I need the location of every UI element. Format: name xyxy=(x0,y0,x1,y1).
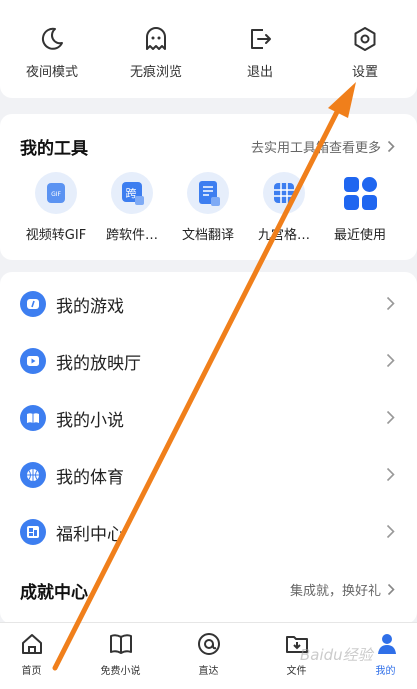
nav-label: 直达 xyxy=(198,666,219,677)
chevron-right-icon xyxy=(386,353,395,368)
chevron-right-icon xyxy=(387,583,395,596)
achievement-more-label: 集成就，换好礼 xyxy=(289,584,381,599)
menu-item-label: 我的游戏 xyxy=(56,297,124,317)
menu-item-label: 福利中心 xyxy=(56,525,124,545)
menu-item-games[interactable]: 我的游戏 xyxy=(0,284,417,324)
grid-icon xyxy=(263,172,305,214)
at-icon xyxy=(197,633,220,655)
menu-item-cinema[interactable]: 我的放映厅 xyxy=(0,341,417,381)
basketball-icon xyxy=(20,462,46,488)
profile-icon xyxy=(377,634,396,654)
book-icon xyxy=(20,405,46,431)
night-mode-button[interactable]: 夜间模式 xyxy=(0,26,104,80)
tool-nine-grid[interactable]: 九宫格… xyxy=(244,172,324,243)
logout-button[interactable]: 退出 xyxy=(208,26,312,80)
chevron-right-icon xyxy=(386,524,395,539)
settings-label: 设置 xyxy=(351,65,378,80)
tool-label: 视频转GIF xyxy=(25,228,87,243)
tools-section: 我的工具 去实用工具箱查看更多 GIF 视频转GIF 跨 跨软件… 文档翻译 九… xyxy=(0,114,417,260)
tool-video-gif[interactable]: GIF 视频转GIF xyxy=(16,172,96,243)
svg-text:GIF: GIF xyxy=(51,191,61,198)
tool-recent[interactable]: 最近使用 xyxy=(320,172,400,243)
settings-button[interactable]: 设置 xyxy=(313,26,417,80)
chevron-right-icon xyxy=(387,140,395,153)
tool-cross-app-translate[interactable]: 跨 跨软件… xyxy=(92,172,172,243)
doc-translate-icon xyxy=(187,172,229,214)
incognito-button[interactable]: 无痕浏览 xyxy=(104,26,208,80)
book-icon xyxy=(109,634,132,654)
tool-label: 九宫格… xyxy=(257,228,310,243)
nav-direct[interactable]: 直达 xyxy=(167,631,250,677)
menu-item-label: 我的体育 xyxy=(56,468,124,488)
ghost-icon xyxy=(146,27,166,50)
night-mode-label: 夜间模式 xyxy=(25,65,78,80)
exit-icon xyxy=(251,29,271,49)
achievement-title: 成就中心 xyxy=(20,583,88,603)
chevron-right-icon xyxy=(386,410,395,425)
incognito-label: 无痕浏览 xyxy=(129,65,182,80)
home-icon xyxy=(21,634,42,654)
tools-more-link[interactable]: 去实用工具箱查看更多 xyxy=(251,137,395,156)
settings-icon xyxy=(354,27,376,51)
tools-title: 我的工具 xyxy=(20,139,88,159)
menu-item-sports[interactable]: 我的体育 xyxy=(0,455,417,495)
nav-label: 免费小说 xyxy=(100,666,141,677)
gift-icon xyxy=(20,519,46,545)
tools-more-label: 去实用工具箱查看更多 xyxy=(250,141,381,156)
menu-item-welfare[interactable]: 福利中心 xyxy=(0,512,417,552)
menu-item-label: 我的放映厅 xyxy=(56,354,141,374)
menu-list: 我的游戏 我的放映厅 我的小说 我的体育 福利中心 xyxy=(0,272,417,624)
nav-home[interactable]: 首页 xyxy=(0,631,73,677)
tool-doc-translate[interactable]: 文档翻译 xyxy=(168,172,248,243)
gif-icon: GIF xyxy=(35,172,77,214)
chevron-right-icon xyxy=(386,296,395,311)
menu-item-novels[interactable]: 我的小说 xyxy=(0,398,417,438)
tool-label: 跨软件… xyxy=(105,228,158,243)
nav-label: 首页 xyxy=(21,666,42,677)
apps-icon xyxy=(339,172,381,214)
chevron-right-icon xyxy=(386,467,395,482)
svg-text:跨: 跨 xyxy=(126,187,137,200)
menu-item-label: 我的小说 xyxy=(56,411,124,431)
achievement-more-link[interactable]: 集成就，换好礼 xyxy=(290,580,395,599)
game-icon xyxy=(20,291,46,317)
play-icon xyxy=(20,348,46,374)
nav-free-novels[interactable]: 免费小说 xyxy=(79,631,162,677)
watermark-text: Baidu经验 xyxy=(300,646,373,664)
top-quick-actions: 夜间模式 无痕浏览 退出 设置 xyxy=(0,0,417,98)
tool-label: 文档翻译 xyxy=(181,228,234,243)
logout-label: 退出 xyxy=(246,65,273,80)
moon-icon xyxy=(41,27,63,50)
tool-label: 最近使用 xyxy=(333,228,386,243)
translate-icon: 跨 xyxy=(111,172,153,214)
